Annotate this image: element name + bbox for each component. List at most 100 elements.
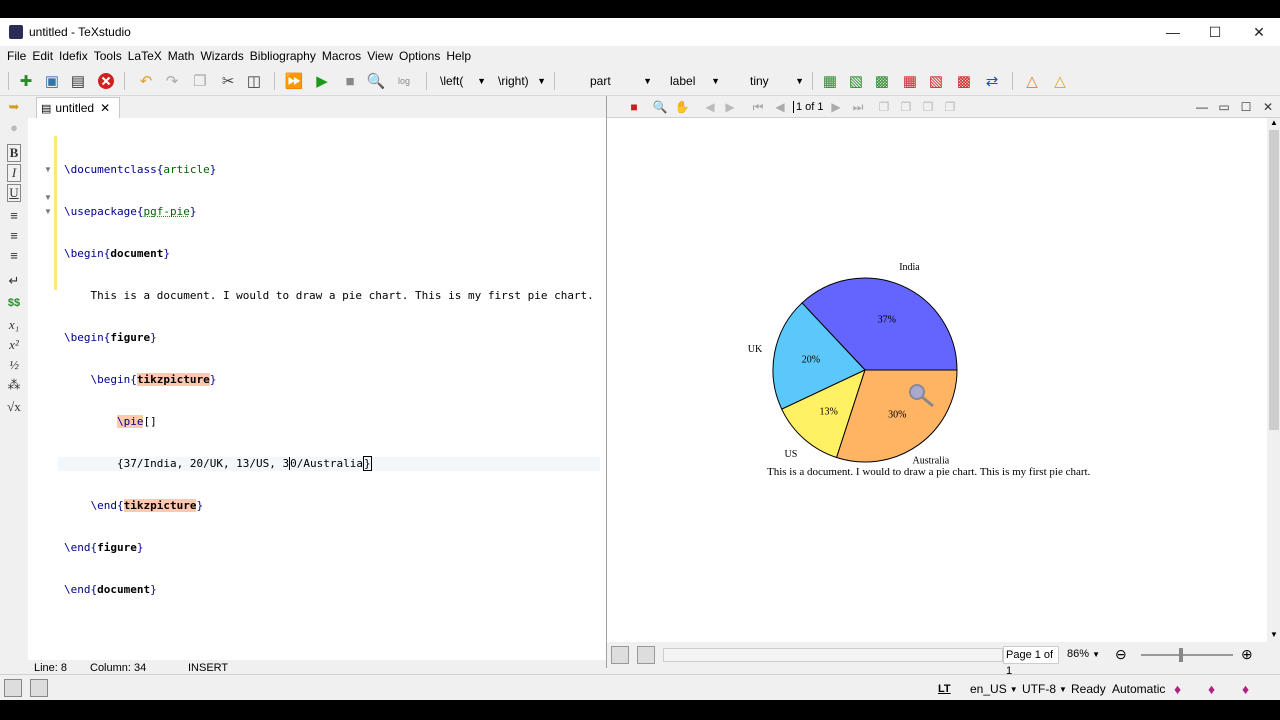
table-align-icon[interactable]: ⇄ bbox=[982, 71, 1002, 91]
subscript-icon[interactable]: x₁ bbox=[4, 316, 24, 334]
bookmark-pink-icon-2[interactable]: ♦ bbox=[1208, 679, 1215, 699]
zoom-slider[interactable] bbox=[1141, 654, 1233, 656]
table-remove-row-icon[interactable]: ▦ bbox=[900, 71, 920, 91]
align-left-icon[interactable]: ≡ bbox=[4, 206, 24, 224]
copy-icon[interactable]: ❐ bbox=[190, 71, 210, 91]
pdf-next-page-icon[interactable]: ▶ bbox=[827, 98, 845, 116]
pdf-external-icon[interactable]: ❐ bbox=[941, 98, 959, 116]
bookmark-icon[interactable]: ● bbox=[4, 118, 24, 136]
pdf-lock2-icon[interactable] bbox=[637, 646, 655, 664]
stop-compile-icon[interactable]: ■ bbox=[340, 71, 360, 91]
math-mode-icon[interactable]: $$ bbox=[4, 294, 24, 312]
left-delimiter-combo[interactable]: \left(▼ bbox=[440, 71, 486, 91]
pdf-horizontal-scrollbar[interactable] bbox=[663, 648, 1003, 662]
superscript-icon[interactable]: x² bbox=[4, 336, 24, 354]
pdf-hand-icon[interactable]: ✋ bbox=[673, 98, 691, 116]
menu-idefix[interactable]: Idefix bbox=[59, 49, 88, 63]
dfrac-icon[interactable]: ⁂ bbox=[4, 376, 24, 394]
pdf-sync-icon[interactable]: ❐ bbox=[875, 98, 893, 116]
menu-edit[interactable]: Edit bbox=[32, 49, 53, 63]
bookmark-pink-icon-3[interactable]: ♦ bbox=[1242, 679, 1249, 699]
menu-wizards[interactable]: Wizards bbox=[200, 49, 243, 63]
pdf-sync2-icon[interactable]: ❐ bbox=[897, 98, 915, 116]
structure-icon[interactable]: ➥ bbox=[4, 98, 24, 116]
fold-icon[interactable]: ▼ bbox=[44, 165, 52, 174]
fold-icon[interactable]: ▼ bbox=[44, 193, 52, 202]
underline-icon[interactable]: U bbox=[7, 184, 21, 202]
maximize-button[interactable]: ☐ bbox=[1194, 18, 1236, 46]
encoding-selector[interactable]: UTF-8 ▼ bbox=[1022, 679, 1067, 699]
table-column-icon[interactable]: ▩ bbox=[872, 71, 892, 91]
pdf-lock-icon[interactable] bbox=[611, 646, 629, 664]
toggle-messages-icon[interactable] bbox=[30, 679, 48, 697]
zoom-slider-handle[interactable] bbox=[1179, 648, 1183, 662]
italic-icon[interactable]: I bbox=[7, 164, 21, 182]
pdf-minimize-icon[interactable]: — bbox=[1193, 98, 1211, 116]
cut-icon[interactable]: ✂ bbox=[218, 71, 238, 91]
error-icon[interactable]: △ bbox=[1050, 71, 1070, 91]
align-right-icon[interactable]: ≡ bbox=[4, 246, 24, 264]
close-window-button[interactable]: ✕ bbox=[1238, 18, 1280, 46]
new-file-icon[interactable]: ✚ bbox=[16, 71, 36, 91]
menu-bibliography[interactable]: Bibliography bbox=[250, 49, 316, 63]
pdf-first-page-icon[interactable]: ⏮ bbox=[749, 98, 767, 116]
menu-view[interactable]: View bbox=[367, 49, 393, 63]
menu-tools[interactable]: Tools bbox=[94, 49, 122, 63]
tab-untitled[interactable]: ▤ untitled ✕ bbox=[36, 97, 120, 118]
pdf-prev-page-icon[interactable]: ◀ bbox=[771, 98, 789, 116]
close-tab-icon[interactable]: ✕ bbox=[100, 101, 110, 115]
fold-icon[interactable]: ▼ bbox=[44, 207, 52, 216]
build-and-view-icon[interactable]: ⏩ bbox=[284, 71, 304, 91]
font-size-combo[interactable]: tiny ▼ bbox=[750, 71, 804, 91]
spellcheck-language[interactable]: en_US ▼ bbox=[970, 679, 1018, 699]
minimize-button[interactable]: — bbox=[1152, 18, 1194, 46]
languagetool-indicator[interactable]: LT bbox=[938, 679, 951, 699]
view-pdf-icon[interactable]: 🔍 bbox=[366, 71, 386, 91]
right-delimiter-combo[interactable]: \right) ▼ bbox=[498, 71, 546, 91]
sqrt-icon[interactable]: √x bbox=[4, 398, 24, 416]
view-log-icon[interactable]: log bbox=[394, 71, 414, 91]
undo-icon[interactable]: ↶ bbox=[136, 71, 156, 91]
table-delete-icon[interactable]: ▩ bbox=[954, 71, 974, 91]
reference-combo[interactable]: label ▼ bbox=[670, 71, 720, 91]
scroll-down-icon[interactable]: ▼ bbox=[1270, 630, 1278, 639]
pdf-vertical-scrollbar[interactable]: ▲ ▼ bbox=[1267, 118, 1280, 642]
pdf-close-icon[interactable]: ✕ bbox=[1259, 98, 1277, 116]
pdf-embed-icon[interactable]: ▭ bbox=[1215, 98, 1233, 116]
newline-icon[interactable]: ↵ bbox=[4, 272, 24, 290]
pdf-page[interactable]: 37% India 20% UK 13% US 30% Australia This is a… bbox=[607, 118, 1267, 642]
menu-latex[interactable]: LaTeX bbox=[128, 49, 162, 63]
redo-icon[interactable]: ↷ bbox=[162, 71, 182, 91]
pdf-grid-icon[interactable]: ❐ bbox=[919, 98, 937, 116]
menu-math[interactable]: Math bbox=[168, 49, 195, 63]
bold-icon[interactable]: B bbox=[7, 144, 21, 162]
zoom-in-icon[interactable]: ⊕ bbox=[1241, 646, 1253, 663]
table-insert-column-icon[interactable]: ▧ bbox=[846, 71, 866, 91]
sectioning-combo[interactable]: part ▼ bbox=[590, 71, 652, 91]
bookmark-pink-icon[interactable]: ♦ bbox=[1174, 679, 1181, 699]
scroll-up-icon[interactable]: ▲ bbox=[1270, 118, 1278, 127]
pdf-bookmark-icon[interactable]: ■ bbox=[625, 98, 643, 116]
close-document-icon[interactable] bbox=[96, 71, 116, 91]
toggle-structure-icon[interactable] bbox=[4, 679, 22, 697]
pdf-back-icon[interactable]: ◀ bbox=[701, 98, 719, 116]
table-insert-row-icon[interactable]: ▦ bbox=[820, 71, 840, 91]
menu-help[interactable]: Help bbox=[446, 49, 471, 63]
pdf-zoom-combo[interactable]: 86% ▼ bbox=[1067, 646, 1111, 664]
scrollbar-thumb[interactable] bbox=[1269, 130, 1279, 430]
warning-icon[interactable]: △ bbox=[1022, 71, 1042, 91]
pdf-forward-icon[interactable]: ▶ bbox=[721, 98, 739, 116]
menu-file[interactable]: File bbox=[7, 49, 26, 63]
zoom-out-icon[interactable]: ⊖ bbox=[1115, 646, 1127, 663]
compile-icon[interactable]: ▶ bbox=[312, 71, 332, 91]
open-file-icon[interactable]: ▣ bbox=[42, 71, 62, 91]
fraction-icon[interactable]: ½ bbox=[4, 356, 24, 374]
menu-options[interactable]: Options bbox=[399, 49, 440, 63]
automatic-status[interactable]: Automatic bbox=[1112, 679, 1165, 699]
pdf-last-page-icon[interactable]: ⏭ bbox=[849, 98, 867, 116]
save-icon[interactable]: ▤ bbox=[68, 71, 88, 91]
align-center-icon[interactable]: ≡ bbox=[4, 226, 24, 244]
code-editor[interactable]: ▼ ▼ ▼ \documentclass{article} \usepackag… bbox=[28, 118, 606, 664]
editor-code[interactable]: \documentclass{article} \usepackage{pgf-… bbox=[58, 135, 600, 625]
pdf-maximize-icon[interactable]: ☐ bbox=[1237, 98, 1255, 116]
